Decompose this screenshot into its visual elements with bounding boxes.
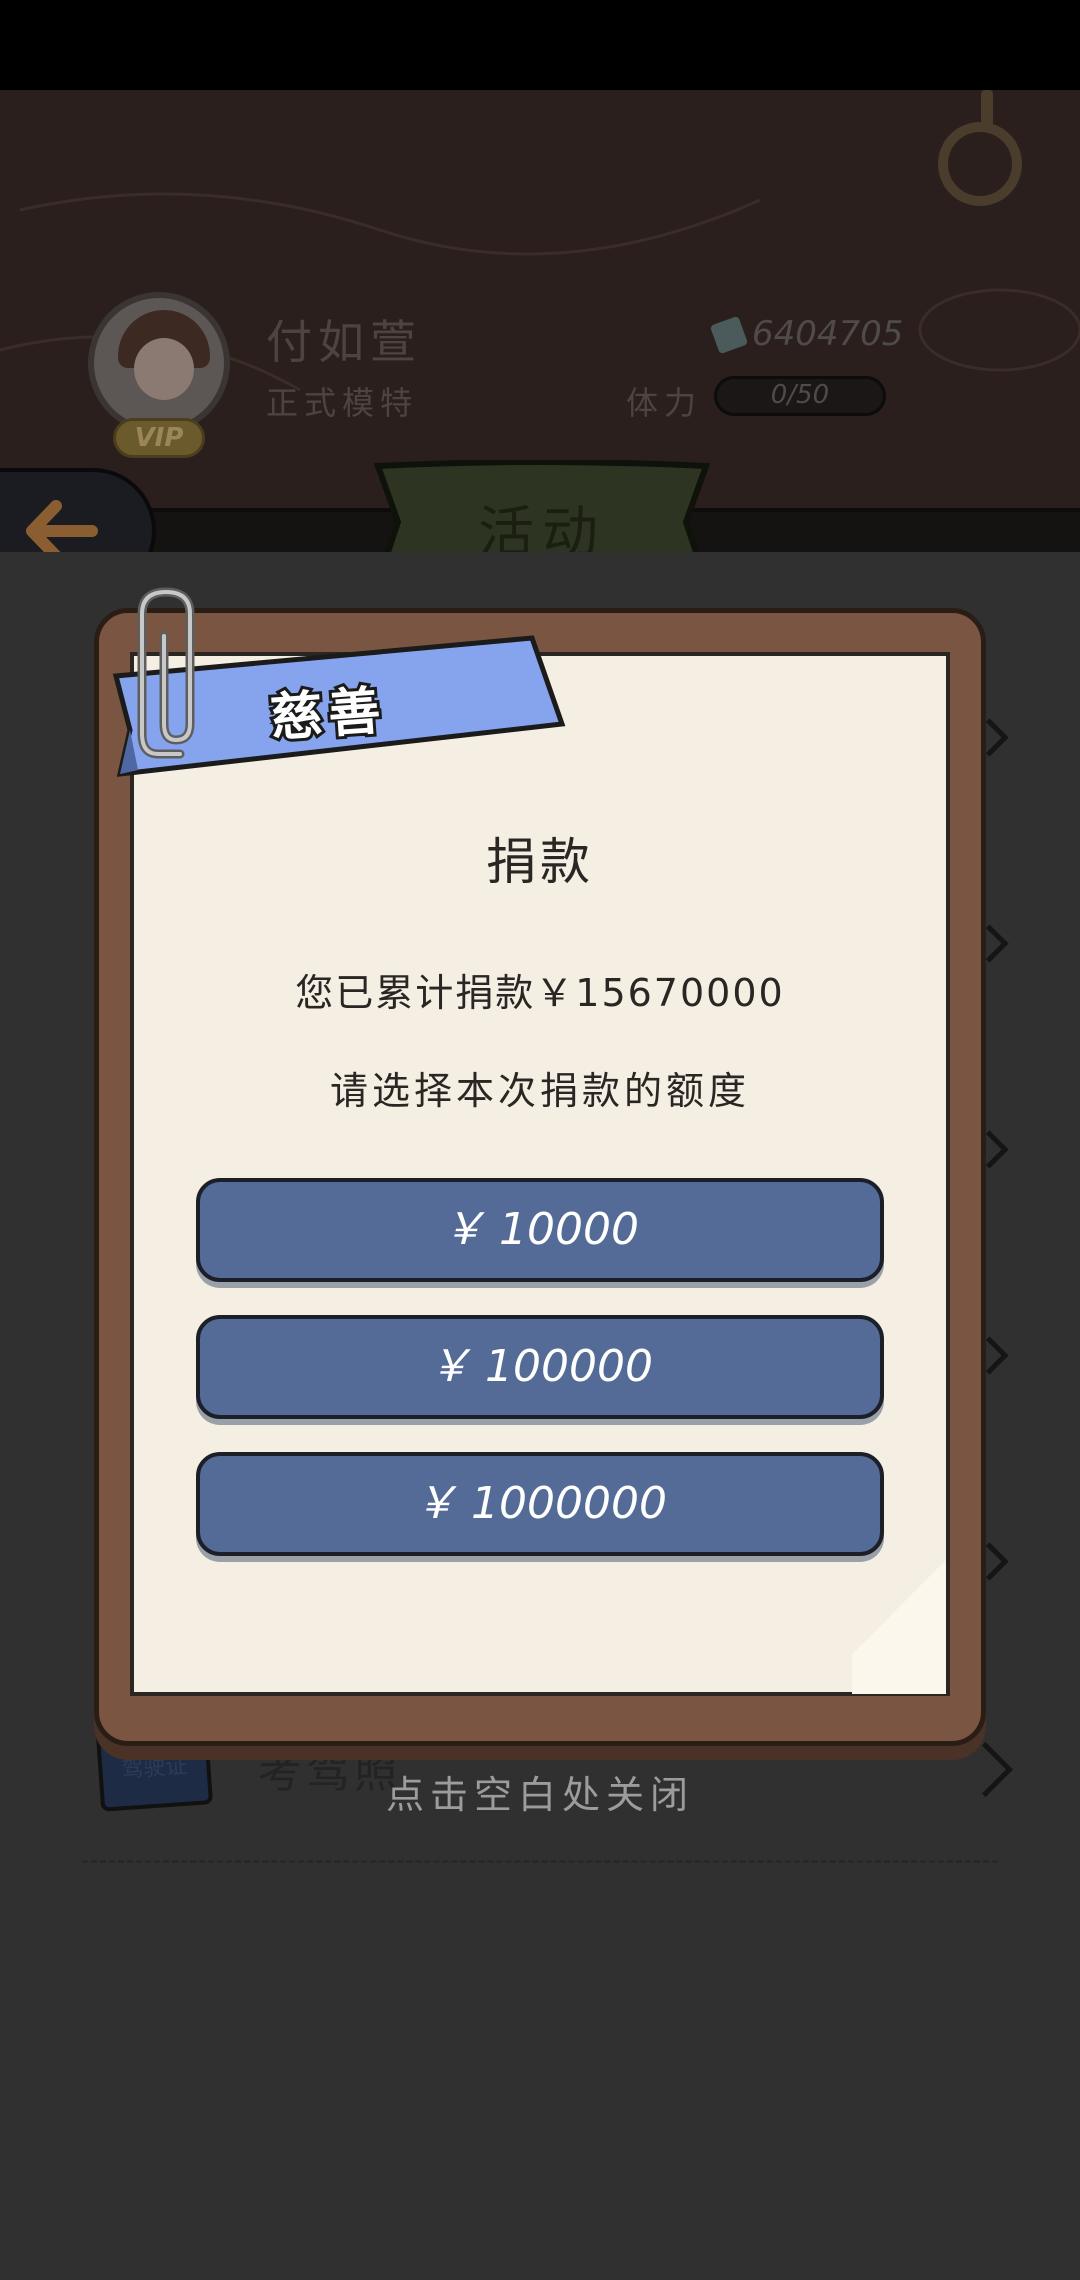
player-name: 付如萱 <box>266 315 422 369</box>
donate-100000-button[interactable]: ￥ 100000 <box>196 1315 884 1419</box>
list-divider <box>82 1860 998 1863</box>
vip-badge: VIP <box>113 418 205 458</box>
status-bar <box>0 0 1080 90</box>
money-value: 6404705 <box>752 314 904 354</box>
modal-heading: 捐款 <box>486 833 594 891</box>
avatar[interactable] <box>88 292 230 434</box>
close-hint[interactable]: 点击空白处关闭 <box>0 1764 1080 1819</box>
ring-icon[interactable] <box>938 122 1022 206</box>
paperclip-icon <box>137 587 195 759</box>
donate-1000000-button[interactable]: ￥ 1000000 <box>196 1452 884 1556</box>
choose-amount-label: 请选择本次捐款的额度 <box>329 1069 750 1113</box>
player-title: 正式模特 <box>266 384 419 422</box>
donated-total-text: 您已累计捐款￥15670000 <box>295 971 785 1015</box>
stamina-label: 体力 <box>626 384 703 422</box>
modal-ribbon-title: 慈善 <box>265 677 391 752</box>
donate-10000-button[interactable]: ￥ 10000 <box>196 1178 884 1282</box>
stamina-value: 0/50 <box>770 380 830 410</box>
avatar-face <box>134 338 194 400</box>
